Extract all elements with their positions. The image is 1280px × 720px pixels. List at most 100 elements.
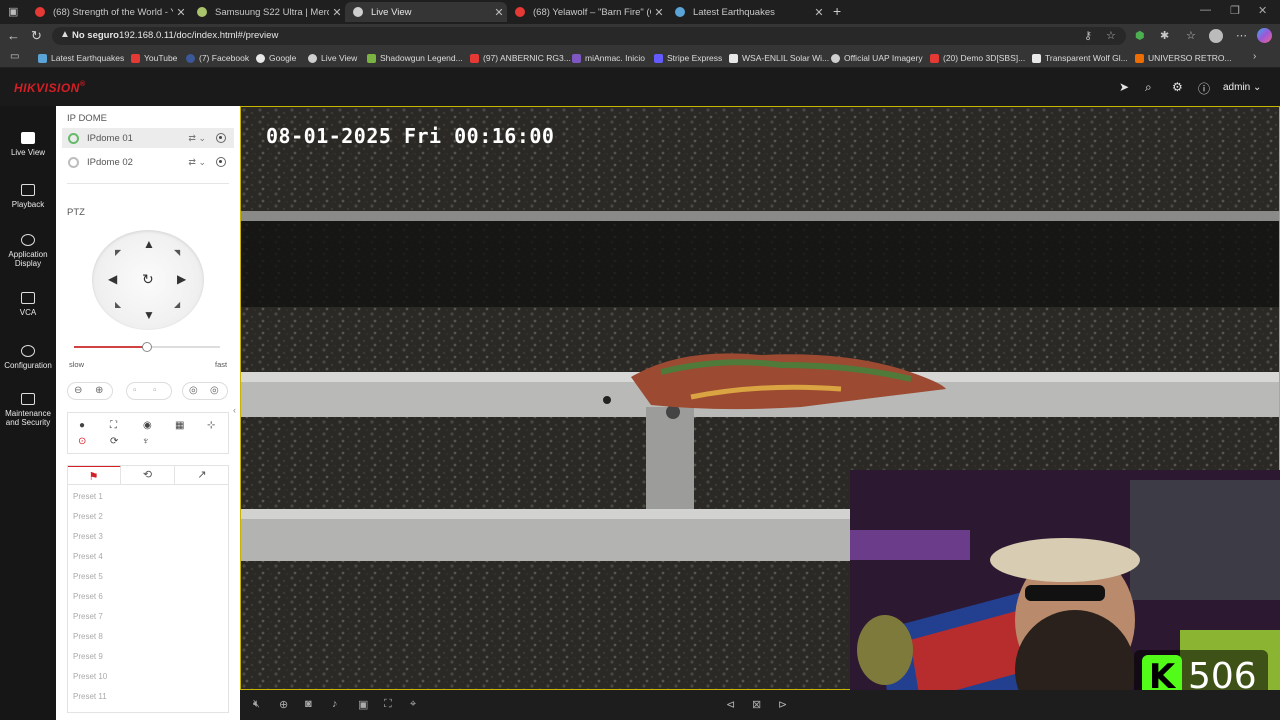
bookmark-stripe[interactable]: Stripe Express	[654, 51, 722, 65]
ptz-up-button[interactable]: ▲	[143, 237, 155, 251]
preset-item[interactable]: Preset 7	[73, 612, 103, 621]
camera-item-1[interactable]: IPdome 01 ⇄ ⌄	[62, 128, 234, 148]
reading-list-icon[interactable]: ▭	[10, 51, 19, 62]
next-icon[interactable]: ⊳	[778, 698, 787, 711]
close-icon[interactable]: ✕	[651, 6, 667, 19]
bookmark-shadowgun[interactable]: Shadowgun Legend...	[367, 51, 463, 65]
mute-icon[interactable]: 🔇︎	[253, 698, 260, 711]
nav-application-display[interactable]: Application Display	[0, 234, 56, 268]
reload-icon[interactable]: ↻	[31, 28, 42, 44]
warning-icon[interactable]: ▲	[60, 29, 70, 40]
favorites-icon[interactable]: ☆	[1186, 29, 1196, 42]
camera-item-2[interactable]: IPdome 02 ⇄ ⌄	[62, 152, 234, 172]
browser-tab-mercadolibre[interactable]: Samsuung S22 Ultra | MercadoLibre ✕	[189, 2, 345, 22]
ptz-auto-rotate-icon[interactable]: ↻	[142, 271, 154, 288]
ptz-left-button[interactable]: ◀	[108, 272, 117, 286]
bookmark-google[interactable]: Google	[256, 51, 296, 65]
close-icon[interactable]: ✕	[329, 6, 345, 19]
url-text[interactable]: 192.168.0.11/doc/index.html#/preview	[119, 30, 278, 41]
chevron-right-icon[interactable]: ›	[1253, 51, 1256, 62]
browser-tab-earthquakes[interactable]: Latest Earthquakes ✕	[667, 2, 827, 22]
speed-slider-handle[interactable]	[142, 342, 152, 352]
iris-open-icon[interactable]: ◎	[189, 385, 198, 396]
ptz-down-button[interactable]: ▼	[143, 308, 155, 322]
shield-icon[interactable]: ⬢	[1135, 29, 1145, 42]
bookmark-wsa-enlil[interactable]: WSA-ENLIL Solar Wi...	[729, 51, 829, 65]
extensions-icon[interactable]: ✱	[1160, 29, 1169, 42]
bookmark-universo-retro[interactable]: UNIVERSO RETRO...	[1135, 51, 1232, 65]
stream-select-icon[interactable]: ⇄ ⌄	[188, 157, 206, 168]
browser-tab-live-view[interactable]: Live View ✕	[345, 2, 507, 22]
maximize-icon[interactable]: ❐	[1230, 4, 1240, 17]
bookmark-latest-earthquakes[interactable]: Latest Earthquakes	[38, 51, 124, 65]
close-icon[interactable]: ✕	[811, 6, 827, 19]
search-icon[interactable]: ⌕	[1145, 80, 1152, 95]
new-tab-button[interactable]: +	[833, 3, 841, 19]
preset-item[interactable]: Preset 10	[73, 672, 107, 681]
bookmark-star-icon[interactable]: ☆	[1106, 29, 1116, 42]
bookmark-anbernic[interactable]: (97) ANBERNIC RG3...	[470, 51, 571, 65]
ptz-up-right-button[interactable]: ◥	[174, 248, 180, 257]
wiper-icon[interactable]: ♆	[142, 436, 150, 447]
ptz-down-right-button[interactable]: ◢	[174, 300, 180, 309]
back-icon[interactable]: ←	[7, 28, 20, 44]
minimize-icon[interactable]: —	[1200, 4, 1211, 16]
send-icon[interactable]: ➤	[1119, 80, 1129, 94]
bookmark-mianmac[interactable]: miAnmac. Inicio	[572, 51, 645, 65]
profile-avatar[interactable]	[1209, 29, 1223, 43]
previous-icon[interactable]: ⊲	[726, 698, 735, 711]
record-clip-icon[interactable]: ▣	[358, 698, 368, 711]
focus-far-icon[interactable]: ▫	[153, 385, 157, 396]
preset-item[interactable]: Preset 4	[73, 552, 103, 561]
bookmark-demo-3d[interactable]: (20) Demo 3D[SBS]...	[930, 51, 1025, 65]
light-icon[interactable]: ●	[79, 420, 85, 431]
preset-item[interactable]: Preset 2	[73, 512, 103, 521]
key-icon[interactable]: ⚷	[1084, 29, 1092, 42]
nav-configuration[interactable]: Configuration	[0, 345, 56, 370]
collapse-panel-icon[interactable]: ‹	[233, 405, 236, 415]
tab-actions-icon[interactable]: ▣	[8, 5, 18, 18]
zoom-out-icon[interactable]: ⊖	[74, 385, 82, 396]
area-focus-icon[interactable]: ⛶	[384, 698, 392, 711]
zoom-3d-icon[interactable]: ⊙	[78, 436, 86, 447]
ptz-down-left-button[interactable]: ◣	[115, 300, 121, 309]
copilot-icon[interactable]	[1257, 28, 1272, 43]
3d-positioning-icon[interactable]: ⌖	[410, 698, 416, 711]
zoom-in-icon[interactable]: ⊕	[95, 385, 103, 396]
digital-zoom-icon[interactable]: ⊕	[279, 698, 288, 711]
nav-vca[interactable]: VCA	[0, 292, 56, 317]
bookmark-youtube[interactable]: YouTube	[131, 51, 177, 65]
preset-item[interactable]: Preset 6	[73, 592, 103, 601]
security-label[interactable]: No seguro	[72, 30, 119, 41]
settings-cog-icon[interactable]: ⚙	[1172, 80, 1183, 94]
focus-frame-icon[interactable]: ⛶	[110, 420, 117, 431]
grid-icon[interactable]: ▦	[175, 420, 184, 431]
stream-select-icon[interactable]: ⇄ ⌄	[188, 133, 206, 144]
bookmark-uap-imagery[interactable]: Official UAP Imagery	[831, 51, 923, 65]
microphone-icon[interactable]: ♪	[332, 698, 338, 710]
nav-live-view[interactable]: Live View	[0, 132, 56, 157]
browser-tab-yelawolf[interactable]: (68) Yelawolf – "Barn Fire" (Official ✕	[507, 2, 667, 22]
target-icon[interactable]: ◉	[143, 420, 152, 431]
track-icon[interactable]: ⊹	[207, 420, 215, 431]
capture-icon[interactable]: ◙	[305, 698, 312, 710]
address-bar[interactable]: ▲ No seguro 192.168.0.11/doc/index.html#…	[52, 27, 1126, 45]
more-icon[interactable]: ⋯	[1236, 29, 1247, 42]
stop-all-icon[interactable]: ⊠	[752, 698, 761, 711]
bookmark-facebook[interactable]: (7) Facebook	[186, 51, 249, 65]
window-close-icon[interactable]: ✕	[1258, 4, 1267, 17]
nav-playback[interactable]: Playback	[0, 184, 56, 209]
preset-item[interactable]: Preset 1	[73, 492, 103, 501]
preset-item[interactable]: Preset 3	[73, 532, 103, 541]
ptz-right-button[interactable]: ▶	[177, 272, 186, 286]
focus-near-icon[interactable]: ▫	[133, 385, 137, 396]
iris-close-icon[interactable]: ◎	[210, 385, 219, 396]
record-icon[interactable]	[216, 157, 226, 167]
preset-item[interactable]: Preset 8	[73, 632, 103, 641]
close-icon[interactable]: ✕	[173, 6, 189, 19]
user-menu[interactable]: admin ⌄	[1223, 82, 1261, 93]
bookmark-live-view[interactable]: Live View	[308, 51, 357, 65]
info-icon[interactable]: ⓘ	[1198, 80, 1210, 97]
preset-item[interactable]: Preset 11	[73, 692, 107, 701]
nav-maintenance[interactable]: Maintenance and Security	[0, 393, 56, 427]
